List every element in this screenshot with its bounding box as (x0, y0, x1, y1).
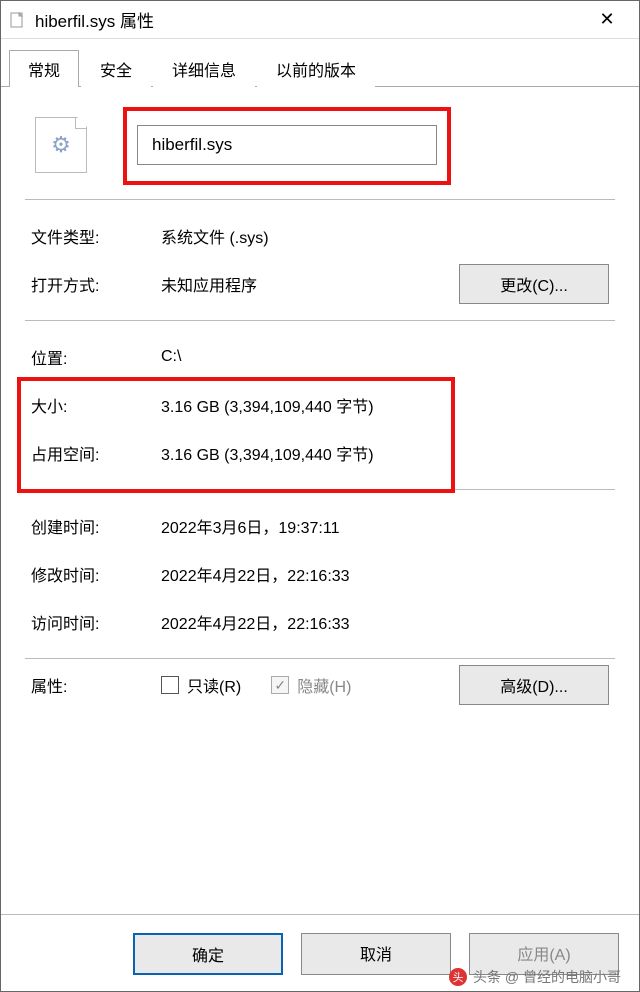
label-modified: 修改时间: (31, 562, 161, 586)
size-highlight: 大小: 3.16 GB (3,394,109,440 字节) 占用空间: 3.1… (31, 381, 609, 477)
value-modified: 2022年4月22日，22:16:33 (161, 562, 609, 586)
section-type: 文件类型: 系统文件 (.sys) 打开方式: 未知应用程序 更改(C)... (25, 200, 615, 320)
filename-input[interactable]: hiberfil.sys (137, 125, 437, 165)
value-location: C:\ (161, 348, 609, 366)
checkbox-readonly[interactable]: 只读(R) (161, 673, 241, 697)
label-created: 创建时间: (31, 514, 161, 538)
label-size: 大小: (31, 393, 161, 417)
value-created: 2022年3月6日，19:37:11 (161, 514, 609, 538)
label-size-on-disk: 占用空间: (31, 441, 161, 465)
checkbox-readonly-label: 只读(R) (187, 673, 241, 697)
gear-icon: ⚙ (51, 132, 71, 158)
file-icon-small (9, 11, 27, 29)
window-title: hiberfil.sys 属性 (35, 7, 583, 32)
value-size-on-disk: 3.16 GB (3,394,109,440 字节) (161, 441, 609, 465)
label-file-type: 文件类型: (31, 224, 161, 248)
ok-button[interactable]: 确定 (133, 933, 283, 975)
label-attributes: 属性: (31, 673, 161, 697)
checkbox-hidden: ✓ 隐藏(H) (271, 673, 351, 697)
value-size: 3.16 GB (3,394,109,440 字节) (161, 393, 609, 417)
close-button[interactable]: ✕ (583, 9, 631, 30)
checkbox-hidden-label: 隐藏(H) (297, 673, 351, 697)
properties-window: hiberfil.sys 属性 ✕ 常规 安全 详细信息 以前的版本 ⚙ hib… (0, 0, 640, 992)
dialog-button-row: 确定 取消 应用(A) 头 头条 @ 曾经的电脑小哥 (1, 914, 639, 991)
label-opens-with: 打开方式: (31, 272, 161, 296)
value-file-type: 系统文件 (.sys) (161, 224, 609, 248)
label-location: 位置: (31, 345, 161, 369)
tabs: 常规 安全 详细信息 以前的版本 (1, 39, 639, 87)
watermark-logo-icon: 头 (449, 968, 467, 986)
checkbox-box-icon (161, 676, 179, 694)
file-header: ⚙ hiberfil.sys (25, 99, 615, 199)
value-opens-with: 未知应用程序 (161, 272, 459, 296)
section-attributes: 属性: 只读(R) ✓ 隐藏(H) 高级(D)... (25, 659, 615, 729)
tab-general[interactable]: 常规 (9, 50, 79, 87)
filename-highlight: hiberfil.sys (137, 125, 437, 165)
change-button[interactable]: 更改(C)... (459, 264, 609, 304)
cancel-button[interactable]: 取消 (301, 933, 451, 975)
label-accessed: 访问时间: (31, 610, 161, 634)
value-accessed: 2022年4月22日，22:16:33 (161, 610, 609, 634)
titlebar: hiberfil.sys 属性 ✕ (1, 1, 639, 39)
tab-details[interactable]: 详细信息 (153, 50, 255, 87)
checkbox-box-icon: ✓ (271, 676, 289, 694)
tab-content: ⚙ hiberfil.sys 文件类型: 系统文件 (.sys) 打开方式: 未… (1, 87, 639, 914)
advanced-button[interactable]: 高级(D)... (459, 665, 609, 705)
section-time: 创建时间: 2022年3月6日，19:37:11 修改时间: 2022年4月22… (25, 490, 615, 658)
tab-previous-versions[interactable]: 以前的版本 (257, 50, 375, 87)
file-type-icon: ⚙ (35, 117, 87, 173)
section-size: 位置: C:\ 大小: 3.16 GB (3,394,109,440 字节) 占… (25, 321, 615, 489)
tab-security[interactable]: 安全 (81, 50, 151, 87)
apply-button: 应用(A) (469, 933, 619, 975)
